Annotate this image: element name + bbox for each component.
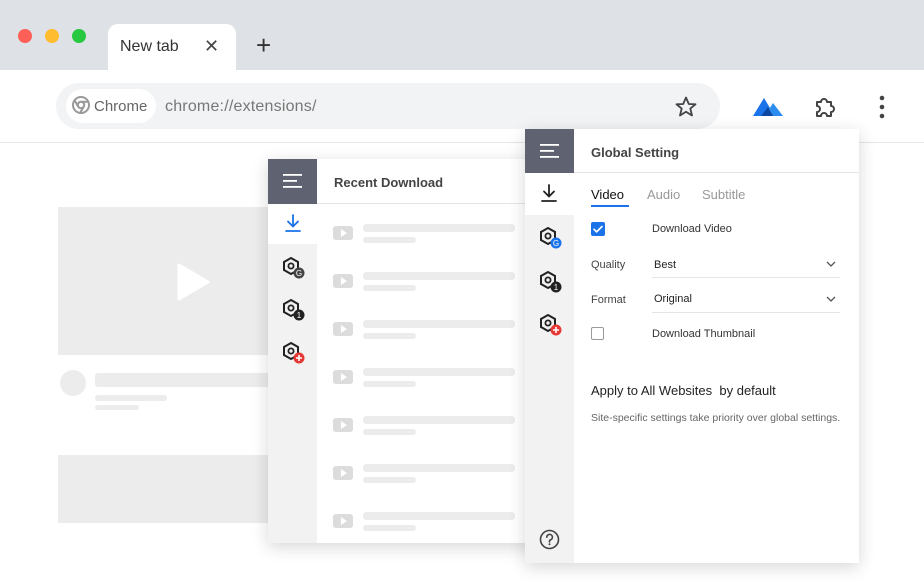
video-thumb-icon xyxy=(333,226,353,240)
svg-text:1: 1 xyxy=(297,311,302,320)
svg-text:G: G xyxy=(553,239,559,248)
bookmark-star-icon[interactable] xyxy=(674,95,698,119)
chrome-chip-label: Chrome xyxy=(94,98,148,115)
tab-close-icon[interactable]: ✕ xyxy=(204,36,219,57)
video-thumb-icon xyxy=(333,274,353,288)
video-thumb-icon xyxy=(333,466,353,480)
quality-select[interactable]: Best xyxy=(652,250,840,278)
list-item[interactable] xyxy=(317,314,538,344)
item-title-line xyxy=(363,224,515,232)
video-thumb-icon xyxy=(333,514,353,528)
extensions-puzzle-icon[interactable] xyxy=(813,93,839,119)
download-video-checkbox[interactable] xyxy=(591,222,605,236)
check-icon xyxy=(593,225,603,233)
select-underline xyxy=(652,312,840,313)
hamburger-icon xyxy=(283,174,302,188)
chevron-down-icon xyxy=(826,296,836,302)
item-meta-line xyxy=(363,285,416,291)
window-close-button[interactable] xyxy=(18,29,32,43)
hex-g-icon[interactable]: G xyxy=(282,256,306,280)
block-placeholder xyxy=(58,455,278,523)
help-icon[interactable] xyxy=(539,529,560,550)
more-menu-icon[interactable] xyxy=(876,94,888,120)
tab-subtitle[interactable]: Subtitle xyxy=(702,187,745,202)
tab-title: New tab xyxy=(120,38,179,55)
list-item[interactable] xyxy=(317,218,538,248)
recent-download-list xyxy=(317,204,538,543)
hamburger-icon xyxy=(540,144,559,158)
item-meta-line xyxy=(363,525,416,531)
avatar-placeholder xyxy=(60,370,86,396)
select-underline xyxy=(652,277,840,278)
meta-placeholder xyxy=(95,395,167,401)
item-title-line xyxy=(363,272,515,280)
hex-plus-icon[interactable] xyxy=(539,313,563,337)
item-meta-line xyxy=(363,237,416,243)
svg-text:1: 1 xyxy=(554,283,559,292)
window-maximize-button[interactable] xyxy=(72,29,86,43)
play-icon xyxy=(177,263,210,301)
recent-panel-rail xyxy=(268,204,317,543)
video-thumb-icon xyxy=(333,370,353,384)
download-thumbnail-checkbox[interactable] xyxy=(591,327,604,340)
video-thumb-icon xyxy=(333,322,353,336)
active-tab-indicator xyxy=(591,205,629,207)
list-item[interactable] xyxy=(317,506,538,536)
extension-logo-icon[interactable] xyxy=(751,94,785,118)
apply-all-websites-label: Apply to All Websites by default xyxy=(591,383,776,398)
list-item[interactable] xyxy=(317,362,538,392)
hex-1-icon[interactable]: 1 xyxy=(539,270,563,294)
hex-1-icon[interactable]: 1 xyxy=(282,298,306,322)
title-placeholder xyxy=(95,373,275,387)
download-video-label: Download Video xyxy=(652,223,732,235)
download-icon xyxy=(285,214,301,232)
download-icon xyxy=(541,184,557,202)
tab-audio[interactable]: Audio xyxy=(647,187,680,202)
svg-text:G: G xyxy=(296,269,302,278)
video-placeholder xyxy=(58,207,278,355)
new-tab-button[interactable]: + xyxy=(256,31,271,59)
item-title-line xyxy=(363,320,515,328)
list-item[interactable] xyxy=(317,458,538,488)
quality-value: Best xyxy=(654,259,677,271)
quality-label: Quality xyxy=(591,259,626,271)
list-item[interactable] xyxy=(317,410,538,440)
hex-plus-icon[interactable] xyxy=(282,341,306,365)
meta-placeholder xyxy=(95,405,139,410)
list-item[interactable] xyxy=(317,266,538,296)
settings-panel-title: Global Setting xyxy=(591,145,680,160)
video-thumb-icon xyxy=(333,418,353,432)
tab-video[interactable]: Video xyxy=(591,187,624,202)
download-thumbnail-label: Download Thumbnail xyxy=(652,328,756,340)
item-title-line xyxy=(363,368,515,376)
item-title-line xyxy=(363,512,515,520)
item-title-line xyxy=(363,464,515,472)
item-meta-line xyxy=(363,333,416,339)
format-select[interactable]: Original xyxy=(652,285,840,313)
recent-panel-title: Recent Download xyxy=(334,175,444,190)
format-value: Original xyxy=(654,293,692,305)
global-setting-panel xyxy=(525,129,859,563)
item-title-line xyxy=(363,416,515,424)
apply-note-text: Site-specific settings take priority ove… xyxy=(591,412,841,424)
window-minimize-button[interactable] xyxy=(45,29,59,43)
chevron-down-icon xyxy=(826,261,836,267)
settings-header-divider xyxy=(574,172,859,173)
url-text[interactable]: chrome://extensions/ xyxy=(165,98,317,116)
item-meta-line xyxy=(363,477,416,483)
format-label: Format xyxy=(591,294,626,306)
chrome-logo-icon xyxy=(72,96,90,114)
hex-g-icon[interactable]: G xyxy=(539,226,563,250)
item-meta-line xyxy=(363,381,416,387)
item-meta-line xyxy=(363,429,416,435)
